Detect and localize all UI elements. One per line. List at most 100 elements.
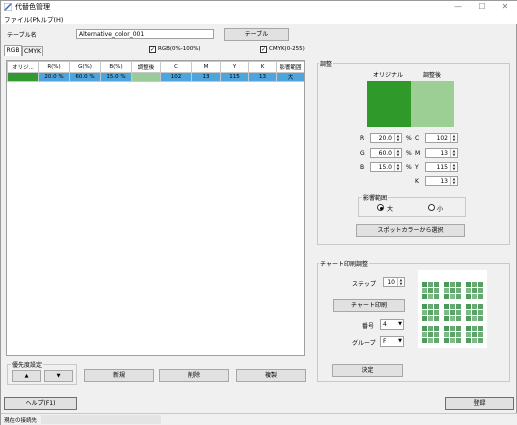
step-spinner[interactable]: 10 ▲ ▼ (383, 277, 405, 287)
chart-patch (466, 332, 471, 337)
chart-patch (450, 332, 455, 337)
chart-print-button[interactable]: チャート印刷 (333, 299, 405, 312)
priority-down-button[interactable]: ▼ (44, 370, 73, 382)
duplicate-button[interactable]: 複製 (236, 369, 306, 382)
chart-patch (472, 304, 477, 309)
chart-patch (478, 316, 483, 321)
y-spinner[interactable]: 115 ▲ ▼ (425, 162, 458, 172)
table-name-input[interactable]: Alternative_color_001 (76, 29, 214, 39)
menu-help[interactable]: ヘルプ(H) (34, 14, 63, 24)
r-spinner[interactable]: 20.0 ▲ ▼ (370, 133, 402, 143)
influence-large-radio[interactable] (377, 204, 384, 211)
status-bar: 現在の接続先 (1, 413, 517, 425)
column-header[interactable]: M (191, 61, 221, 73)
g-spinner[interactable]: 60.0 ▲ ▼ (370, 148, 402, 158)
chart-patch (444, 332, 449, 337)
chart-patch (444, 316, 449, 321)
c-value: 102 (436, 135, 448, 142)
chart-patch (450, 338, 455, 343)
g-unit: % (406, 150, 412, 157)
k-label: K (415, 178, 419, 185)
maximize-button[interactable]: ☐ (472, 1, 492, 13)
k-spinner[interactable]: 13 ▲ ▼ (425, 176, 458, 186)
table-row[interactable]: 20.0 % 60.0 % 15.0 % 102 13 115 13 大 (7, 72, 304, 82)
number-label: 番号 (362, 323, 375, 330)
chart-patch (422, 294, 427, 299)
chart-patch (428, 326, 433, 331)
column-header[interactable]: B(%) (100, 61, 132, 73)
spin-arrows-icon[interactable]: ▲ ▼ (397, 278, 404, 286)
chart-patch (422, 326, 427, 331)
chart-patch (422, 316, 427, 321)
chart-patch (422, 282, 427, 287)
number-select[interactable]: 4 ▼ (380, 319, 404, 330)
rgb-percent-checkbox[interactable]: ✓ (149, 46, 156, 53)
adjusted-color-preview[interactable] (411, 81, 454, 127)
m-spinner[interactable]: 13 ▲ ▼ (425, 148, 458, 158)
chart-patch (434, 304, 439, 309)
column-header[interactable]: 影響範囲 (276, 61, 304, 73)
step-value: 10 (387, 279, 395, 286)
chart-patch (434, 316, 439, 321)
chart-patch (444, 326, 449, 331)
close-button[interactable]: ✕ (495, 1, 515, 13)
spin-arrows-icon[interactable]: ▲ ▼ (394, 163, 401, 171)
r-label: R (360, 135, 365, 142)
column-header[interactable]: オリジ... (7, 61, 39, 73)
cmyk-255-checkbox[interactable]: ✓ (260, 46, 267, 53)
minimize-button[interactable]: — (448, 1, 468, 13)
influence-small-label: 小 (437, 206, 444, 213)
new-button[interactable]: 新規 (84, 369, 154, 382)
register-button[interactable]: 登録 (445, 397, 514, 410)
help-button[interactable]: ヘルプ(F1) (4, 397, 77, 410)
tab-rgb[interactable]: RGB (4, 45, 22, 56)
influence-small-radio[interactable] (428, 204, 435, 211)
column-header[interactable]: K (248, 61, 277, 73)
chart-patch (456, 294, 461, 299)
chart-patch (450, 304, 455, 309)
column-header[interactable]: 調整後 (131, 61, 161, 73)
spin-arrows-icon[interactable]: ▲ ▼ (450, 177, 457, 185)
delete-button[interactable]: 削除 (159, 369, 229, 382)
chart-patch (456, 338, 461, 343)
chart-patch (434, 338, 439, 343)
spot-color-button[interactable]: スポットカラーから選択 (356, 224, 465, 237)
original-color-preview (367, 81, 411, 127)
column-header[interactable]: Y (220, 61, 249, 73)
chart-patch (472, 332, 477, 337)
chart-patch (472, 326, 477, 331)
cell-m: 13 (191, 72, 221, 82)
column-header[interactable]: C (160, 61, 192, 73)
decide-button[interactable]: 決定 (332, 364, 403, 377)
tab-cmyk[interactable]: CMYK (22, 46, 43, 56)
status-value (41, 415, 161, 424)
group-label: グループ (352, 340, 376, 347)
step-label: ステップ (352, 281, 377, 288)
chart-patch (466, 288, 471, 293)
chart-patch (466, 326, 471, 331)
chart-patch (466, 294, 471, 299)
chart-patch (478, 304, 483, 309)
chart-patch (422, 304, 427, 309)
chart-patch (434, 310, 439, 315)
spin-arrows-icon[interactable]: ▲ ▼ (450, 134, 457, 142)
priority-up-button[interactable]: ▲ (12, 370, 41, 382)
chart-patch (434, 288, 439, 293)
spin-arrows-icon[interactable]: ▲ ▼ (394, 134, 401, 142)
rgb-percent-label: RGB(0%-100%) (158, 46, 201, 52)
chart-patch (478, 310, 483, 315)
chart-patch (434, 326, 439, 331)
g-value: 60.0 (378, 150, 392, 157)
column-header[interactable]: G(%) (69, 61, 101, 73)
chart-patch (478, 326, 483, 331)
group-select[interactable]: F ▼ (380, 336, 404, 347)
chart-patch (472, 288, 477, 293)
spin-arrows-icon[interactable]: ▲ ▼ (450, 149, 457, 157)
c-spinner[interactable]: 102 ▲ ▼ (425, 133, 458, 143)
color-table-grid: オリジ... R(%) G(%) B(%) 調整後 C M Y K 影響範囲 2… (7, 61, 304, 82)
spin-arrows-icon[interactable]: ▲ ▼ (450, 163, 457, 171)
column-header[interactable]: R(%) (38, 61, 70, 73)
spin-arrows-icon[interactable]: ▲ ▼ (394, 149, 401, 157)
b-spinner[interactable]: 15.0 ▲ ▼ (370, 162, 402, 172)
table-button[interactable]: テーブル (224, 28, 289, 41)
